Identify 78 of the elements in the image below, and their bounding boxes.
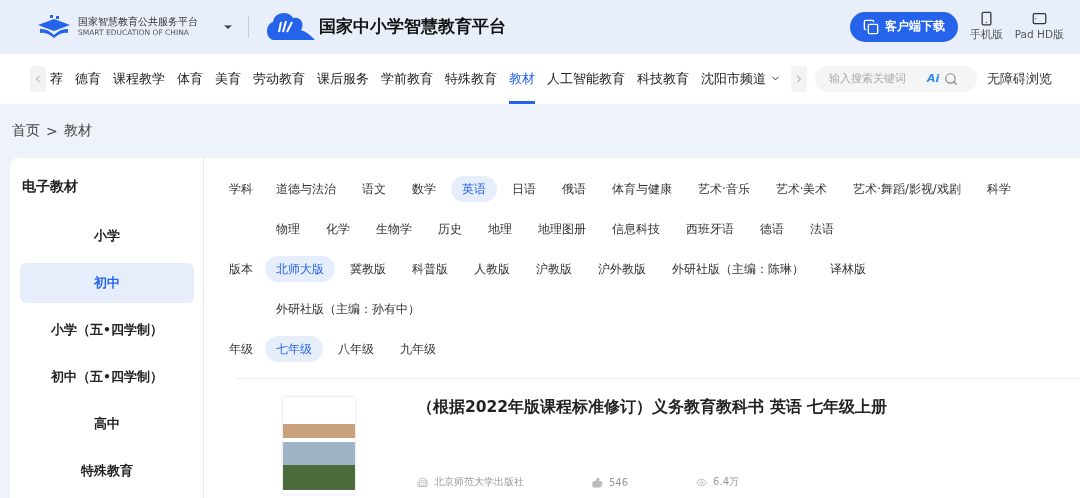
nav-tab[interactable]: 学前教育	[381, 53, 433, 104]
filter-option[interactable]: 外研社版（主编：孙有中）	[265, 296, 431, 322]
filter-option[interactable]: 八年级	[327, 336, 385, 362]
filter-option[interactable]: 历史	[427, 216, 473, 242]
like-count: 546	[609, 476, 629, 488]
platform-name: 国家智慧教育公共服务平台	[78, 15, 198, 28]
nav-tab[interactable]: 课后服务	[317, 53, 369, 104]
nav-tab[interactable]: 科技教育	[637, 53, 689, 104]
filter-option[interactable]: 九年级	[389, 336, 447, 362]
filter-option[interactable]: 艺术·舞蹈/影视/戏剧	[842, 176, 972, 202]
nav-tab[interactable]: 体育	[177, 53, 203, 104]
filter-option[interactable]: 生物学	[365, 216, 423, 242]
stage-menu-item[interactable]: 初中（五•四学制）	[20, 357, 194, 397]
book-cover-placeholder[interactable]	[283, 397, 355, 494]
publisher-name: 北京师范大学出版社	[434, 475, 524, 489]
stage-menu-item[interactable]: 高中	[20, 404, 194, 444]
filter-option[interactable]: 德语	[749, 216, 795, 242]
nav-tab[interactable]: 人工智能教育	[547, 53, 625, 104]
accessibility-link[interactable]: 无障碍浏览	[987, 69, 1052, 88]
nav-tab[interactable]: 特殊教育	[445, 53, 497, 104]
filter-option[interactable]: 地理	[477, 216, 523, 242]
filter-option[interactable]: 科学	[975, 176, 1022, 202]
thumbs-up-icon	[592, 476, 603, 488]
search-icon[interactable]	[944, 71, 959, 86]
filter-option[interactable]: 冀教版	[339, 256, 397, 282]
device-version-link[interactable]: 手机版	[969, 28, 1003, 43]
filter-option[interactable]: 沪外教版	[587, 256, 657, 282]
filter-option[interactable]: 化学	[315, 216, 361, 242]
nav-tab[interactable]: 荐	[50, 53, 63, 104]
filter-option[interactable]: 西班牙语	[675, 216, 745, 242]
stage-menu-item[interactable]: 小学（五•四学制）	[20, 310, 194, 350]
filter-option[interactable]: 俄语	[551, 176, 597, 202]
download-client-button[interactable]: 客户端下载	[849, 11, 958, 42]
site-title: 国家中小学智慧教育平台	[319, 15, 506, 39]
filter-option[interactable]: 人教版	[463, 256, 521, 282]
filter-option[interactable]: 七年级	[265, 336, 323, 362]
filter-option[interactable]: 数学	[401, 176, 447, 202]
open-book-logo-icon	[36, 14, 72, 39]
eye-icon	[696, 476, 708, 488]
devices-icon	[862, 18, 879, 35]
phone-icon[interactable]	[978, 11, 994, 27]
filter-option[interactable]: 道德与法治	[265, 176, 347, 202]
nav-tab[interactable]: 教材	[509, 53, 535, 104]
stage-menu-item[interactable]: 特殊教育	[20, 451, 194, 491]
filter-option[interactable]: 日语	[501, 176, 547, 202]
filter-option[interactable]: 科普版	[401, 256, 459, 282]
nav-tab[interactable]: 沈阳市频道	[701, 53, 781, 104]
filter-option[interactable]: 北师大版	[265, 256, 335, 282]
breadcrumb-separator: >	[46, 122, 58, 139]
filter-option[interactable]: 地理图册	[527, 216, 597, 242]
filter-option[interactable]: 信息科技	[601, 216, 671, 242]
filter-label: 学科	[229, 181, 254, 198]
building-icon	[417, 476, 428, 488]
breadcrumb-link[interactable]: 首页	[12, 121, 40, 140]
filter-option[interactable]: 译林版	[819, 256, 877, 282]
tablet-icon[interactable]	[1031, 11, 1047, 27]
nav-tab[interactable]: 德育	[75, 53, 101, 104]
filter-option[interactable]: 语文	[351, 176, 397, 202]
stage-menu-item[interactable]: 初中	[20, 263, 194, 303]
filter-option[interactable]: 体育与健康	[601, 176, 683, 202]
filter-label: 年级	[229, 341, 254, 358]
nav-tab[interactable]: 劳动教育	[253, 53, 305, 104]
nav-tab[interactable]: 美育	[215, 53, 241, 104]
stage-menu-item[interactable]: 小学	[20, 216, 194, 256]
filter-option[interactable]: 艺术·美术	[764, 176, 839, 202]
filter-option[interactable]: 外研社版（主编：陈琳）	[661, 256, 815, 282]
device-version-link[interactable]: Pad HD版	[1014, 28, 1064, 43]
sidebar-title: 电子教材	[21, 178, 79, 196]
book-title[interactable]: （根据2022年版课程标准修订）义务教育教科书 英语 七年级上册	[417, 397, 887, 418]
filter-option[interactable]: 艺术·音乐	[687, 176, 761, 202]
filter-option[interactable]: 法语	[799, 216, 845, 242]
filter-option[interactable]: 沪教版	[525, 256, 583, 282]
nav-tab[interactable]: 课程教学	[113, 53, 165, 104]
view-count: 6.4万	[713, 475, 739, 489]
filter-option[interactable]: 英语	[451, 176, 497, 202]
filter-label: 版本	[229, 261, 254, 278]
breadcrumb-link[interactable]: 教材	[63, 121, 92, 140]
filter-option[interactable]: 物理	[265, 216, 311, 242]
